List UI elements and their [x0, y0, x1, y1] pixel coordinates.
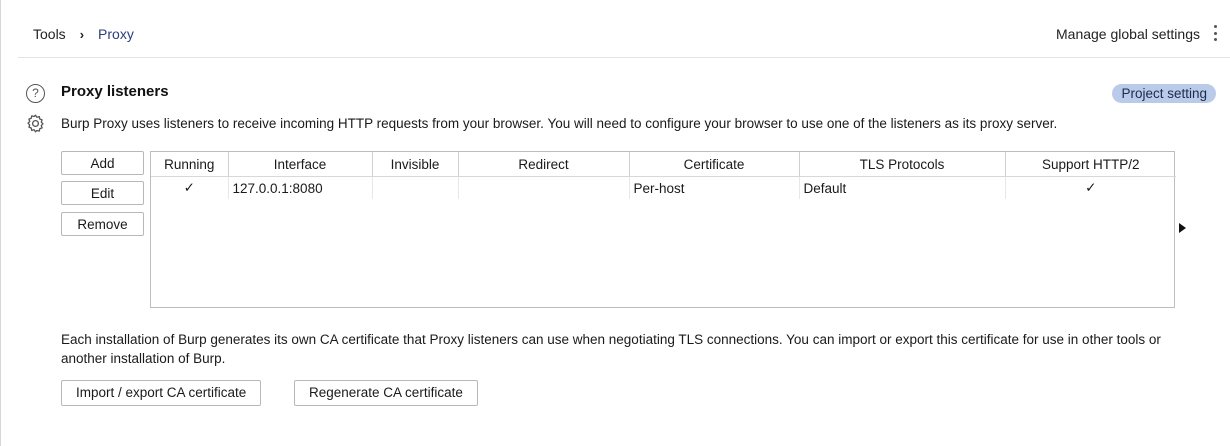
left-border [0, 0, 1, 446]
breadcrumb-tools[interactable]: Tools [33, 26, 66, 42]
column-header-tls-protocols[interactable]: TLS Protocols [799, 152, 1006, 177]
column-header-running[interactable]: Running [151, 152, 229, 177]
cell-redirect [458, 176, 630, 199]
regenerate-ca-button[interactable]: Regenerate CA certificate [294, 380, 478, 406]
section-description: Burp Proxy uses listeners to receive inc… [61, 116, 1058, 131]
breadcrumb: Tools › Proxy [33, 26, 134, 42]
running-checkmark-icon[interactable]: ✓ [151, 176, 229, 199]
scroll-right-icon[interactable] [1179, 223, 1186, 233]
remove-button[interactable]: Remove [61, 212, 144, 236]
table-row[interactable]: ✓ 127.0.0.1:8080 Per-host Default ✓ [151, 176, 1176, 200]
column-header-redirect[interactable]: Redirect [458, 152, 630, 177]
listeners-table: Running Interface Invisible Redirect Cer… [150, 151, 1176, 308]
breadcrumb-proxy[interactable]: Proxy [98, 26, 134, 42]
cell-tls-protocols: Default [799, 176, 1006, 199]
manage-global-settings-link[interactable]: Manage global settings [1056, 26, 1200, 42]
http2-checkmark-icon[interactable]: ✓ [1005, 177, 1176, 200]
column-header-invisible[interactable]: Invisible [372, 152, 459, 177]
ca-description: Each installation of Burp generates its … [61, 332, 1161, 366]
kebab-menu-icon[interactable] [1214, 25, 1218, 41]
gear-icon[interactable] [25, 113, 46, 134]
cell-certificate: Per-host [629, 176, 800, 199]
project-setting-badge: Project setting [1112, 84, 1216, 103]
help-icon[interactable]: ? [26, 84, 45, 103]
section-title: Proxy listeners [61, 83, 169, 100]
import-export-ca-button[interactable]: Import / export CA certificate [61, 380, 262, 406]
breadcrumb-chevron-icon: › [79, 26, 85, 42]
table-header-row: Running Interface Invisible Redirect Cer… [151, 152, 1176, 177]
column-header-interface[interactable]: Interface [228, 152, 373, 177]
cell-interface: 127.0.0.1:8080 [228, 176, 373, 199]
header-divider [18, 57, 1230, 58]
column-header-certificate[interactable]: Certificate [629, 152, 800, 177]
edit-button[interactable]: Edit [61, 181, 144, 205]
add-button[interactable]: Add [61, 151, 144, 175]
cell-invisible [372, 176, 459, 199]
column-header-support-http2[interactable]: Support HTTP/2 [1005, 152, 1176, 177]
